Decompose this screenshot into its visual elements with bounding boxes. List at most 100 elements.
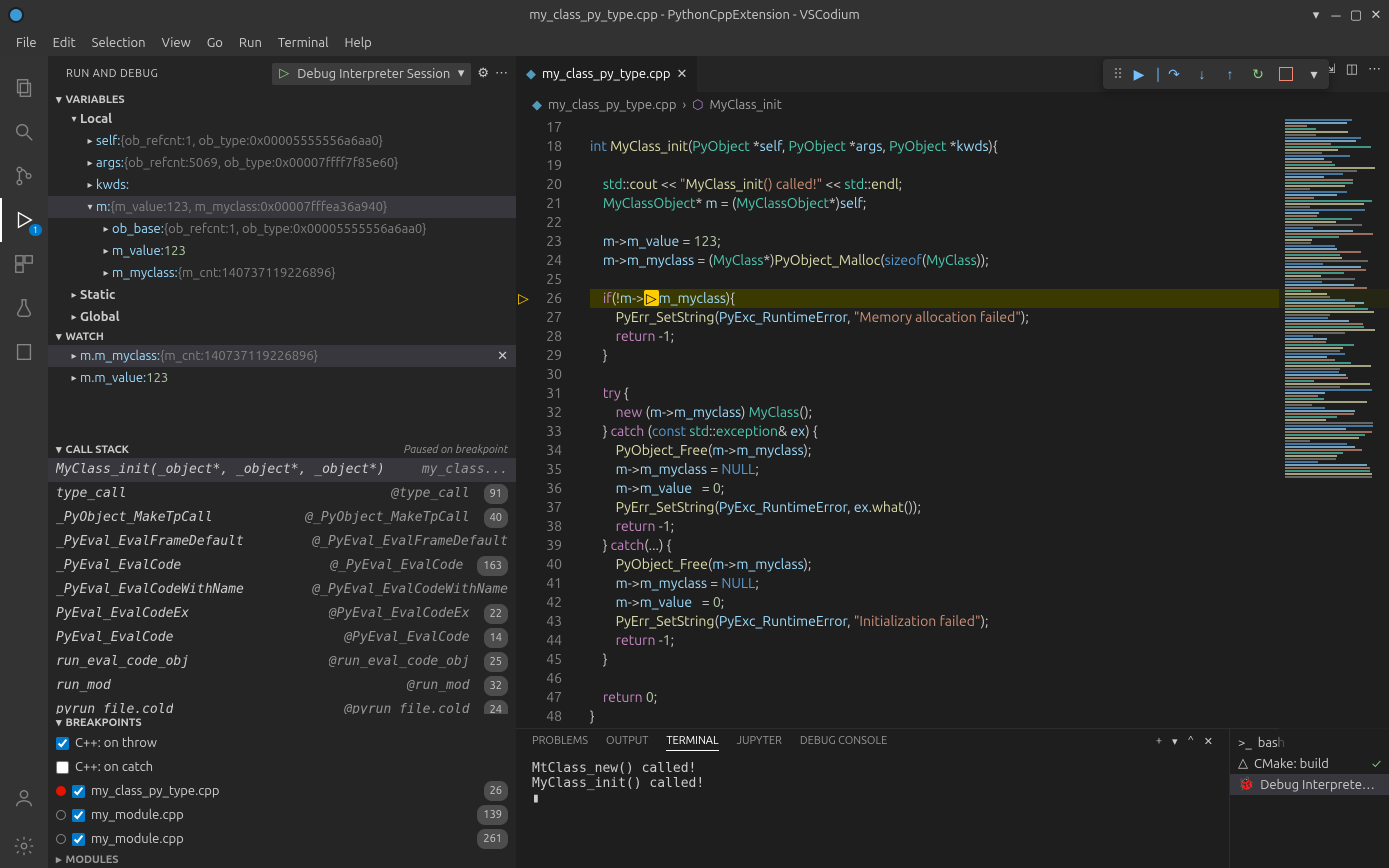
menu-selection[interactable]: Selection xyxy=(84,32,154,54)
dropdown-icon[interactable]: ▾ xyxy=(1172,735,1178,751)
breakpoint-checkbox[interactable] xyxy=(72,833,85,846)
variables-header[interactable]: ▾VARIABLES xyxy=(48,91,516,108)
titlebar: my_class_py_type.cpp - PythonCppExtensio… xyxy=(0,0,1389,30)
extensions-icon[interactable] xyxy=(0,242,48,286)
callstack-frame[interactable]: _PyEval_EvalCode@_PyEval_EvalCode163 xyxy=(48,554,516,578)
scope-static_label[interactable]: ▸Static xyxy=(48,284,516,306)
breakpoint-row[interactable]: my_module.cpp261 xyxy=(48,827,516,851)
step-into-icon[interactable]: ↓ xyxy=(1189,61,1215,87)
more-icon[interactable]: ⋯ xyxy=(495,66,508,81)
callstack-frame[interactable]: type_call@type_call91 xyxy=(48,482,516,506)
bookmark-icon[interactable] xyxy=(0,330,48,374)
panel-tab-output[interactable]: OUTPUT xyxy=(606,735,648,751)
debug-config-select[interactable]: ▷ Debug Interpreter Session ▾ xyxy=(272,63,471,85)
callstack-frame[interactable]: PyEval_EvalCode@PyEval_EvalCode14 xyxy=(48,626,516,650)
breakpoint-row[interactable]: my_class_py_type.cpp26 xyxy=(48,779,516,803)
split-icon[interactable]: ◫ xyxy=(1346,62,1358,77)
var-row[interactable]: ▸m.m_myclass{m_cnt:140737119226896}✕ xyxy=(48,345,516,367)
step-out-icon[interactable]: ↑ xyxy=(1217,61,1243,87)
callstack-frame[interactable]: _PyEval_EvalFrameDefault@_PyEval_EvalFra… xyxy=(48,530,516,554)
run-debug-icon[interactable]: 1 xyxy=(0,198,48,242)
maximize-panel-icon[interactable]: ^ xyxy=(1188,735,1194,751)
search-icon[interactable] xyxy=(0,110,48,154)
panel-tab-debug-console[interactable]: DEBUG CONSOLE xyxy=(800,735,887,751)
watch-header[interactable]: ▾WATCH xyxy=(48,328,516,345)
breakpoint-row[interactable]: C++: on catch xyxy=(48,755,516,779)
scope-local[interactable]: ▾Local xyxy=(48,108,516,130)
callstack-frame[interactable]: pyrun_file.cold@pyrun_file.cold24 xyxy=(48,698,516,714)
close-panel-icon[interactable]: ✕ xyxy=(1204,735,1213,751)
menu-view[interactable]: View xyxy=(154,32,199,54)
var-row[interactable]: ▸kwds xyxy=(48,174,516,196)
var-row[interactable]: ▸m.m_value123 xyxy=(48,367,516,389)
drag-handle-icon[interactable]: ⠿ xyxy=(1105,61,1131,87)
var-row[interactable]: ▸args{ob_refcnt:5069, ob_type:0x00007fff… xyxy=(48,152,516,174)
callstack-frame[interactable]: PyEval_EvalCodeEx@PyEval_EvalCodeEx22 xyxy=(48,602,516,626)
check-icon: ✓ xyxy=(1372,757,1381,771)
menu-help[interactable]: Help xyxy=(336,32,379,54)
cpp-icon: ◆ xyxy=(526,67,536,82)
breakpoint-checkbox[interactable] xyxy=(72,785,85,798)
menu-run[interactable]: Run xyxy=(231,32,270,54)
cpp-icon: ◆ xyxy=(532,98,542,113)
breakpoint-ring-icon xyxy=(56,834,66,844)
explorer-icon[interactable] xyxy=(0,66,48,110)
var-row[interactable]: ▸m_myclass{m_cnt:140737119226896} xyxy=(48,262,516,284)
scm-icon[interactable] xyxy=(0,154,48,198)
var-row[interactable]: ▸self{ob_refcnt:1, ob_type:0x00005555556… xyxy=(48,130,516,152)
menu-go[interactable]: Go xyxy=(199,32,231,54)
account-icon[interactable] xyxy=(0,776,48,820)
step-over-icon[interactable]: ↷ xyxy=(1161,61,1187,87)
bottom-panel: PROBLEMS OUTPUT TERMINAL JUPYTER DEBUG CONSO… xyxy=(516,728,1389,868)
menu-file[interactable]: File xyxy=(8,32,45,54)
var-row[interactable]: ▸m_value123 xyxy=(48,240,516,262)
editor: ◆ my_class_py_type.cpp ✕ ⠿ ▶⎹ ↷ ↓ ↑ ↻ ▾ … xyxy=(516,56,1389,868)
terminal-icon: 🐞 xyxy=(1238,777,1254,792)
code-area[interactable]: int MyClass_init(PyObject *self, PyObjec… xyxy=(576,118,1389,728)
debug-badge: 1 xyxy=(29,224,42,236)
modules-header[interactable]: ▸MODULES xyxy=(48,851,516,868)
terminal-output[interactable]: MtClass_new() called! MyClass_init() cal… xyxy=(516,757,1229,868)
more-icon[interactable]: ⋯ xyxy=(1368,62,1381,77)
breakpoint-checkbox[interactable] xyxy=(56,737,69,750)
new-terminal-icon[interactable]: + xyxy=(1156,735,1162,751)
gear-icon[interactable] xyxy=(0,824,48,868)
scope-global_label[interactable]: ▸Global xyxy=(48,306,516,328)
breadcrumb[interactable]: ◆ my_class_py_type.cpp › ⬡ MyClass_init xyxy=(516,92,1389,118)
gear-icon[interactable]: ⚙ xyxy=(477,66,489,81)
var-row[interactable]: ▸ob_base{ob_refcnt:1, ob_type:0x00005555… xyxy=(48,218,516,240)
menu-edit[interactable]: Edit xyxy=(45,32,84,54)
callstack-frame[interactable]: _PyEval_EvalCodeWithName@_PyEval_EvalCod… xyxy=(48,578,516,602)
restart-icon[interactable]: ↻ xyxy=(1245,61,1271,87)
minimize-icon[interactable]: ─ xyxy=(1327,6,1345,24)
var-row[interactable]: ▾m{m_value:123, m_myclass:0x00007fffea36… xyxy=(48,196,516,218)
terminal-session[interactable]: 🐞Debug Interprete… xyxy=(1230,774,1389,795)
stop-icon[interactable] xyxy=(1279,67,1293,81)
callstack-frame[interactable]: run_mod@run_mod32 xyxy=(48,674,516,698)
close-icon[interactable]: ✕ xyxy=(1367,6,1385,24)
close-icon[interactable]: ✕ xyxy=(677,67,688,82)
breakpoint-checkbox[interactable] xyxy=(56,761,69,774)
tab-my-class-py-type[interactable]: ◆ my_class_py_type.cpp ✕ xyxy=(516,56,698,92)
continue-icon[interactable]: ▶⎹ xyxy=(1133,61,1159,87)
menu-terminal[interactable]: Terminal xyxy=(270,32,337,54)
callstack-frame[interactable]: run_eval_code_obj@run_eval_code_obj25 xyxy=(48,650,516,674)
callstack-frame[interactable]: _PyObject_MakeTpCall@_PyObject_MakeTpCal… xyxy=(48,506,516,530)
maximize-icon[interactable]: ▢ xyxy=(1347,6,1365,24)
breakpoint-row[interactable]: my_module.cpp139 xyxy=(48,803,516,827)
remove-watch-icon[interactable]: ✕ xyxy=(497,346,508,366)
activity-bar: 1 xyxy=(0,56,48,868)
breakpoints-header[interactable]: ▾BREAKPOINTS xyxy=(48,714,516,731)
panel-tab-jupyter[interactable]: JUPYTER xyxy=(737,735,782,751)
panel-tab-problems[interactable]: PROBLEMS xyxy=(532,735,588,751)
menubar: FileEditSelectionViewGoRunTerminalHelp xyxy=(0,30,1389,56)
breakpoint-row[interactable]: C++: on throw xyxy=(48,731,516,755)
breakpoint-checkbox[interactable] xyxy=(72,809,85,822)
chevron-down-icon[interactable]: ▾ xyxy=(1301,61,1327,87)
minimap[interactable] xyxy=(1279,118,1389,758)
panel-tab-terminal[interactable]: TERMINAL xyxy=(666,735,718,751)
testing-icon[interactable] xyxy=(0,286,48,330)
chevron-down-icon[interactable]: ▾ xyxy=(1307,6,1325,24)
callstack-frame[interactable]: MyClass_init(_object*, _object*, _object… xyxy=(48,458,516,482)
callstack-header[interactable]: ▾CALL STACKPaused on breakpoint xyxy=(48,441,516,458)
